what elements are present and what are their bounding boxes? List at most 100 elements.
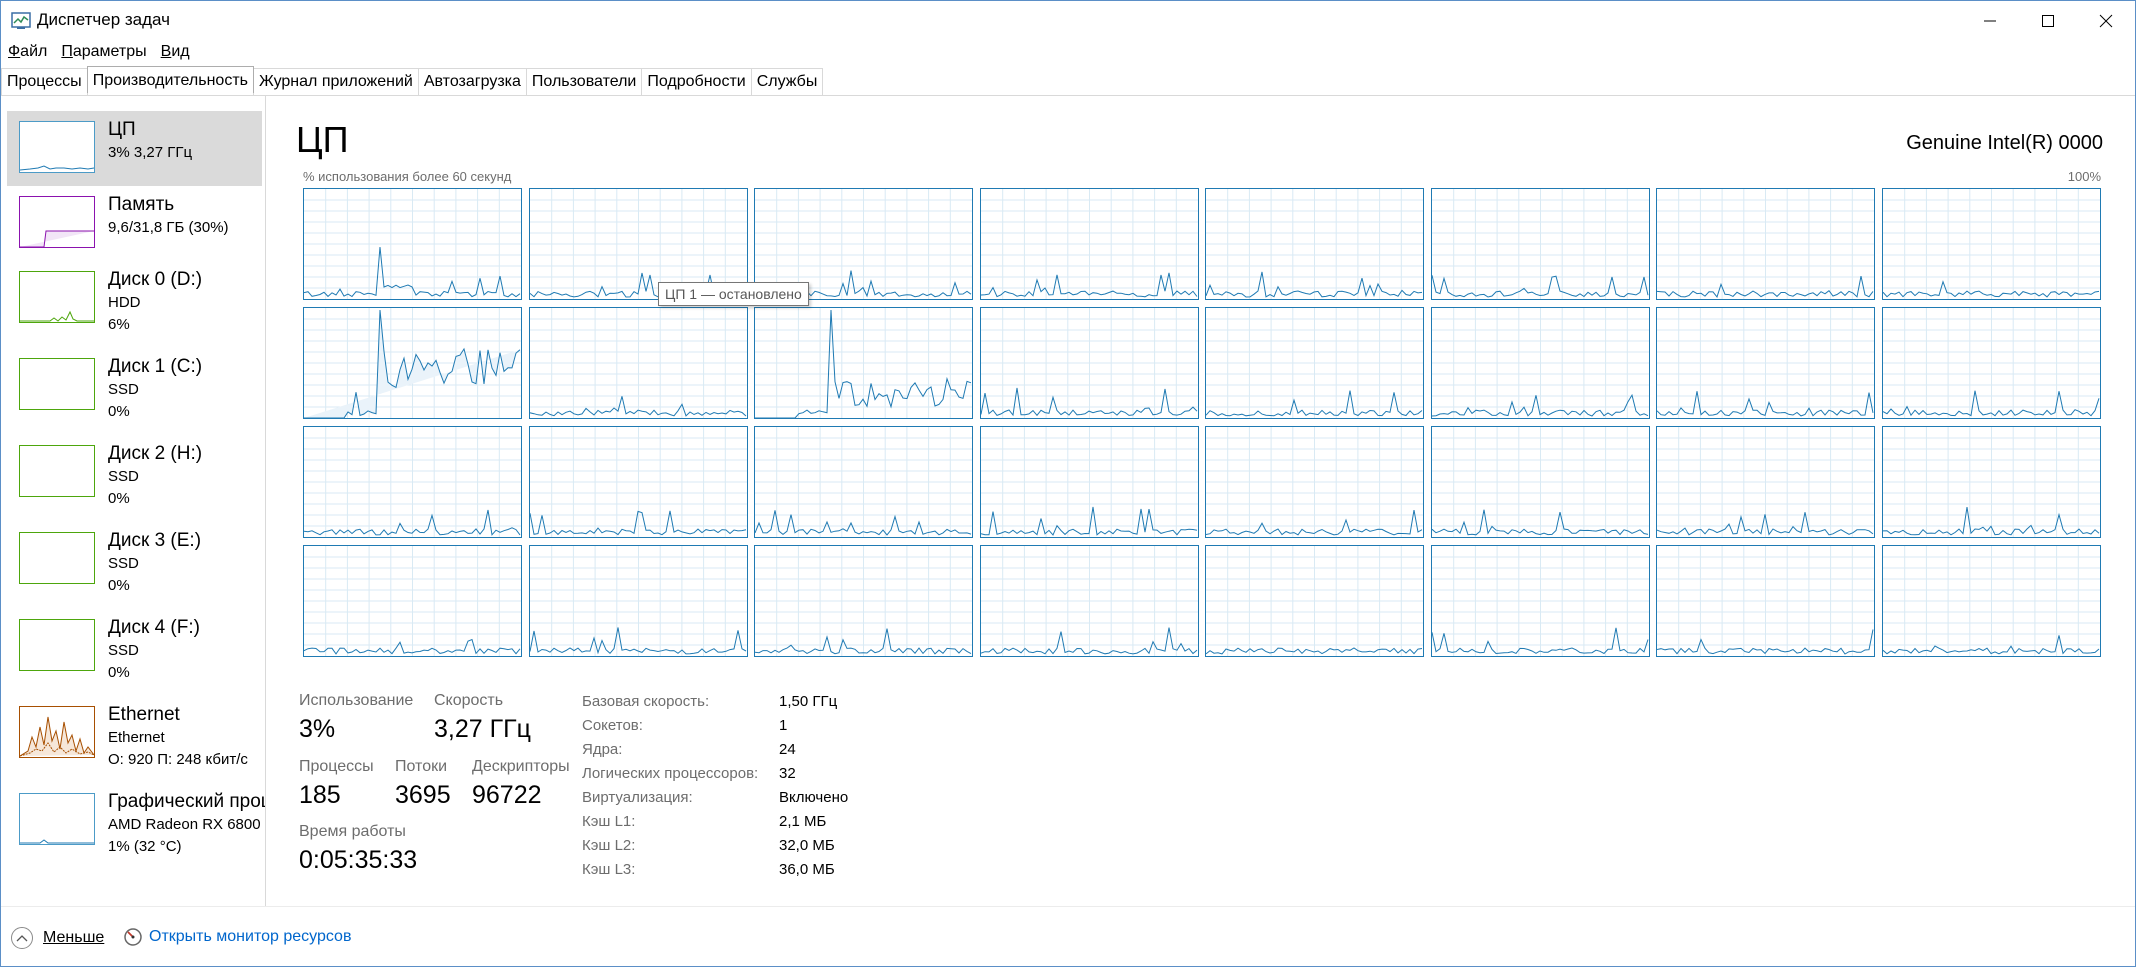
sidebar-item-value: О: 920 П: 248 кбит/с <box>108 751 248 768</box>
sidebar-item-subtitle: AMD Radeon RX 6800 <box>108 816 261 833</box>
cpu-core-graph[interactable] <box>1430 426 1650 538</box>
chevron-up-icon <box>11 927 33 949</box>
cpu-core-graph[interactable] <box>303 188 522 300</box>
cpu-core-graph[interactable] <box>1205 307 1424 419</box>
cpu-core-graph[interactable] <box>979 545 1199 657</box>
gpu-thumbnail-graph <box>19 793 95 845</box>
cpu-core-graph[interactable] <box>1430 188 1650 300</box>
cpu-core-graph[interactable] <box>528 307 748 419</box>
cpu-core-graph[interactable] <box>1881 188 2101 300</box>
maximize-button[interactable] <box>2019 1 2077 41</box>
usage-label: Использование <box>299 692 414 709</box>
maximize-icon <box>2042 15 2054 27</box>
sidebar-item-disk-0[interactable]: Диск 0 (D:) HDD 6% <box>7 261 262 336</box>
info-label: Ядра: <box>582 741 623 758</box>
cpu-core-graph[interactable] <box>1205 426 1424 538</box>
tab-performance[interactable]: Производительность <box>86 66 254 94</box>
tab-app-history[interactable]: Журнал приложений <box>252 68 419 95</box>
title-bar[interactable]: Диспетчер задач <box>1 1 2135 41</box>
minimize-icon <box>1984 20 1996 22</box>
task-manager-icon <box>11 12 31 29</box>
graph-caption: % использования более 60 секунд <box>303 169 512 184</box>
usage-value: 3% <box>299 715 336 743</box>
sidebar-item-title: Диск 2 (H:) <box>108 443 203 464</box>
cpu-core-graph[interactable] <box>979 188 1199 300</box>
menu-file[interactable]: Файл <box>1 41 54 63</box>
sidebar-item-title: Память <box>108 194 175 215</box>
tab-startup[interactable]: Автозагрузка <box>417 68 527 95</box>
ethernet-thumbnail-graph <box>19 706 95 758</box>
sidebar-item-disk-4[interactable]: Диск 4 (F:) SSD 0% <box>7 609 262 684</box>
minimize-button[interactable] <box>1961 1 2019 41</box>
sidebar-item-gpu[interactable]: Графический процессор AMD Radeon RX 6800… <box>7 783 265 858</box>
open-resource-monitor-link[interactable]: Открыть монитор ресурсов <box>123 927 351 947</box>
threads-label: Потоки <box>395 758 448 775</box>
cpu-core-graph[interactable] <box>303 426 522 538</box>
info-value: Включено <box>779 789 849 806</box>
cpu-core-graph[interactable] <box>1205 188 1424 300</box>
sidebar-item-disk-1[interactable]: Диск 1 (C:) SSD 0% <box>7 348 262 423</box>
tab-processes[interactable]: Процессы <box>1 68 88 95</box>
cpu-core-graph[interactable] <box>1656 545 1875 657</box>
cpu-core-graph[interactable] <box>528 426 748 538</box>
tab-services[interactable]: Службы <box>750 68 824 95</box>
tab-details[interactable]: Подробности <box>641 68 752 95</box>
sidebar-item-memory[interactable]: Память 9,6/31,8 ГБ (30%) <box>7 186 262 261</box>
disk1-thumbnail-graph <box>19 358 95 410</box>
cpu-core-graph[interactable] <box>1656 426 1875 538</box>
sidebar-item-subtitle: SSD <box>108 642 139 659</box>
cpu-core-graph[interactable] <box>1430 307 1650 419</box>
cpu-core-graph[interactable] <box>1881 545 2101 657</box>
menu-view[interactable]: Вид <box>154 41 197 63</box>
tab-strip: Процессы Производительность Журнал прило… <box>1 66 824 96</box>
info-value: 1 <box>779 717 788 734</box>
sidebar-item-subtitle: SSD <box>108 468 139 485</box>
sidebar-item-title: ЦП <box>108 119 136 140</box>
cpu-core-graph[interactable] <box>528 545 748 657</box>
resource-sidebar: ЦП 3% 3,27 ГГц Память 9,6/31,8 ГБ (30%) … <box>1 96 266 906</box>
uptime-value: 0:05:35:33 <box>299 846 418 874</box>
info-label: Кэш L2: <box>582 837 636 854</box>
close-button[interactable] <box>2077 1 2135 41</box>
cpu-core-graph[interactable] <box>979 426 1199 538</box>
sidebar-item-value: 0% <box>108 664 130 681</box>
fewer-details-button[interactable]: Меньше <box>11 927 104 949</box>
tab-divider <box>1 95 2135 96</box>
sidebar-item-ethernet[interactable]: Ethernet Ethernet О: 920 П: 248 кбит/с <box>7 696 262 771</box>
sidebar-item-value: 1% (32 °C) <box>108 838 182 855</box>
sidebar-item-title: Диск 4 (F:) <box>108 617 200 638</box>
processes-label: Процессы <box>299 758 374 775</box>
info-value: 1,50 ГГц <box>779 693 838 710</box>
graph-max-label: 100% <box>2067 169 2101 184</box>
sidebar-item-disk-3[interactable]: Диск 3 (E:) SSD 0% <box>7 522 262 597</box>
cpu-core-graph[interactable] <box>1656 188 1875 300</box>
menu-parameters[interactable]: Параметры <box>54 41 153 63</box>
sidebar-item-subtitle: SSD <box>108 555 139 572</box>
info-label: Сокетов: <box>582 717 643 734</box>
cpu-core-graph[interactable] <box>1656 307 1875 419</box>
sidebar-item-title: Графический процессор <box>108 791 265 812</box>
memory-thumbnail-graph <box>19 196 95 248</box>
info-value: 24 <box>779 741 796 758</box>
cpu-core-graph[interactable] <box>754 426 973 538</box>
cpu-core-graph[interactable] <box>754 545 973 657</box>
disk4-thumbnail-graph <box>19 619 95 671</box>
page-title: ЦП <box>296 119 349 160</box>
sidebar-item-value: 0% <box>108 403 130 420</box>
fewer-details-label: Меньше <box>43 929 105 946</box>
cpu-core-graph[interactable] <box>303 307 522 419</box>
threads-value: 3695 <box>395 781 451 809</box>
sidebar-item-title: Диск 1 (C:) <box>108 356 203 377</box>
info-label: Кэш L3: <box>582 861 636 878</box>
sidebar-item-subtitle: SSD <box>108 381 139 398</box>
cpu-core-graph[interactable] <box>1430 545 1650 657</box>
cpu-core-graph[interactable] <box>1881 426 2101 538</box>
cpu-core-graph[interactable] <box>979 307 1199 419</box>
tab-users[interactable]: Пользователи <box>525 68 643 95</box>
cpu-core-graph[interactable] <box>303 545 522 657</box>
cpu-core-graph[interactable] <box>1881 307 2101 419</box>
cpu-core-graph[interactable] <box>754 307 973 419</box>
sidebar-item-cpu[interactable]: ЦП 3% 3,27 ГГц <box>7 111 262 186</box>
cpu-core-graph[interactable] <box>1205 545 1424 657</box>
sidebar-item-disk-2[interactable]: Диск 2 (H:) SSD 0% <box>7 435 262 510</box>
